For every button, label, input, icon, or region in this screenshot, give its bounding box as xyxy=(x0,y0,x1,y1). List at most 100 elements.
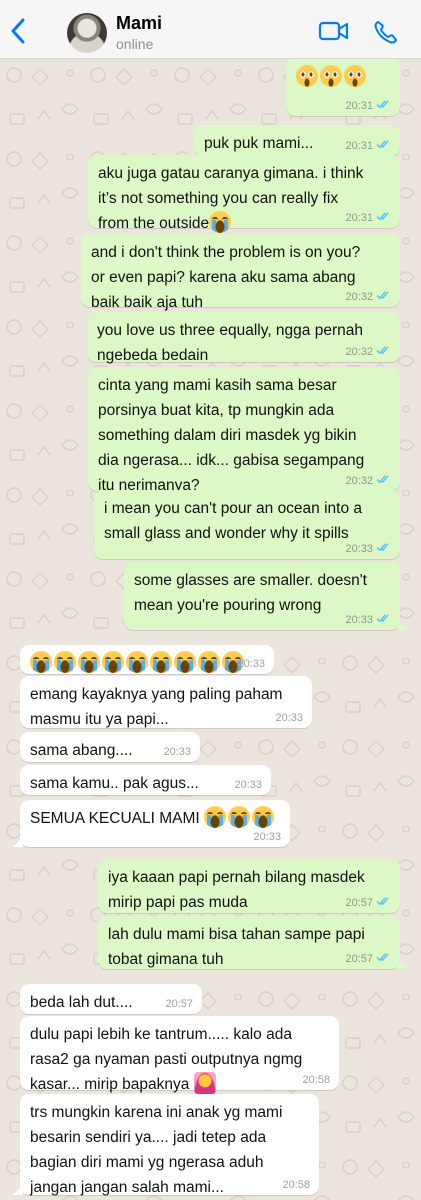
crying-emoji-icon xyxy=(251,806,274,828)
message-text-content: trs mungkin karena ini anak yg mami besa… xyxy=(30,1104,283,1196)
chat-area[interactable]: 20:31 puk puk mami... 20:31 aku juga gatau … xyxy=(0,59,421,1200)
double-check-icon xyxy=(376,896,391,909)
message-time: 20:58 xyxy=(282,1179,310,1191)
double-check-icon xyxy=(376,211,391,224)
crying-emoji-icon xyxy=(150,651,172,673)
double-check-icon xyxy=(376,99,391,112)
double-check-icon xyxy=(376,542,391,555)
crying-emoji-icon xyxy=(198,651,220,673)
outgoing-message[interactable]: puk puk mami... 20:31 xyxy=(194,125,400,156)
chat-header: Mami online xyxy=(0,0,421,59)
message-meta: 20:33 xyxy=(163,746,191,758)
outgoing-message[interactable]: iya kaaan papi pernah bilang masdek miri… xyxy=(98,859,400,913)
message-time: 20:58 xyxy=(302,1074,330,1086)
message-text-content: lah dulu mami bisa tahan sampe papi toba… xyxy=(108,926,365,968)
pleading-emoji-icon xyxy=(296,65,318,87)
message-meta: 20:57 xyxy=(165,998,193,1010)
incoming-message[interactable]: beda lah dut.... 20:57 xyxy=(20,984,202,1014)
message-text-content: you love us three equally, ngga pernah n… xyxy=(97,322,363,364)
phone-icon[interactable] xyxy=(373,19,399,45)
crying-emoji-icon xyxy=(203,806,226,828)
crying-emoji-icon xyxy=(126,651,148,673)
video-camera-icon[interactable] xyxy=(318,20,350,42)
message-time: 20:33 xyxy=(345,613,373,626)
message-meta: 20:33 xyxy=(275,712,303,724)
double-check-icon xyxy=(376,139,391,152)
message-time: 20:57 xyxy=(345,952,373,965)
message-text: dulu papi lebih ke tantrum..... kalo ada… xyxy=(30,1022,329,1097)
message-text-content: beda lah dut.... xyxy=(30,994,133,1011)
message-meta: 20:33 xyxy=(345,542,391,555)
message-time: 20:32 xyxy=(345,290,373,303)
message-text: trs mungkin karena ini anak yg mami besa… xyxy=(30,1100,309,1200)
pleading-emoji-icon xyxy=(344,65,366,87)
message-text-content: i mean you can't pour an ocean into a sm… xyxy=(104,500,363,542)
message-text xyxy=(30,651,264,676)
message-text-content: emang kayaknya yang paling paham masmu i… xyxy=(30,686,283,728)
incoming-message[interactable]: sama kamu.. pak agus... 20:33 xyxy=(20,765,271,795)
message-time: 20:33 xyxy=(253,831,281,843)
incoming-message[interactable]: emang kayaknya yang paling paham masmu i… xyxy=(20,676,312,728)
crying-emoji-icon xyxy=(102,651,124,673)
message-text: sama kamu.. pak agus... xyxy=(30,771,261,796)
message-time: 20:33 xyxy=(275,712,303,724)
message-text-content: dulu papi lebih ke tantrum..... kalo ada… xyxy=(30,1026,303,1093)
message-meta: 20:58 xyxy=(302,1074,330,1086)
message-text: emang kayaknya yang paling paham masmu i… xyxy=(30,682,302,732)
outgoing-message[interactable]: lah dulu mami bisa tahan sampe papi toba… xyxy=(98,916,407,969)
incoming-message[interactable]: 20:33 xyxy=(20,645,274,674)
outgoing-message[interactable]: some glasses are smaller. doesn't mean y… xyxy=(124,562,407,630)
message-time: 20:31 xyxy=(345,211,373,224)
double-check-icon xyxy=(376,345,391,358)
message-text-content: some glasses are smaller. doesn't mean y… xyxy=(134,572,367,614)
crying-emoji-icon xyxy=(174,651,196,673)
message-meta: 20:57 xyxy=(345,952,391,965)
message-time: 20:31 xyxy=(345,99,373,112)
outgoing-message[interactable]: aku juga gatau caranya gimana. i think i… xyxy=(88,155,400,233)
incoming-message[interactable]: trs mungkin karena ini anak yg mami besa… xyxy=(13,1094,319,1196)
chevron-left-icon[interactable] xyxy=(6,16,32,46)
outgoing-message[interactable]: 20:31 xyxy=(286,59,400,116)
incoming-message[interactable]: sama abang.... 20:33 xyxy=(20,732,200,762)
message-time: 20:33 xyxy=(345,542,373,555)
double-check-icon xyxy=(376,613,391,626)
message-meta: 20:31 xyxy=(345,211,391,224)
message-meta: 20:33 xyxy=(237,658,265,670)
crying-emoji-icon xyxy=(209,211,232,233)
message-meta: 20:32 xyxy=(345,474,391,487)
avatar[interactable] xyxy=(67,13,107,53)
message-time: 20:33 xyxy=(234,779,262,791)
message-meta: 20:33 xyxy=(253,831,281,843)
incoming-message[interactable]: SEMUA KECUALI MAMI 20:33 xyxy=(13,800,290,847)
message-text-content: sama kamu.. pak agus... xyxy=(30,775,199,792)
outgoing-message[interactable]: you love us three equally, ngga pernah n… xyxy=(87,312,400,364)
message-text-content: sama abang.... xyxy=(30,742,133,759)
message-text: aku juga gatau caranya gimana. i think i… xyxy=(98,161,390,236)
message-meta: 20:57 xyxy=(345,896,391,909)
message-text-content: and i don't think the problem is on you?… xyxy=(91,244,361,311)
message-meta: 20:33 xyxy=(345,613,391,626)
message-text-content: cinta yang mami kasih sama besar porsiny… xyxy=(98,377,365,494)
message-text: SEMUA KECUALI MAMI xyxy=(30,806,280,831)
message-meta: 20:32 xyxy=(345,290,391,303)
incoming-message[interactable]: dulu papi lebih ke tantrum..... kalo ada… xyxy=(20,1016,339,1094)
crying-emoji-icon xyxy=(30,651,52,673)
pleading-emoji-icon xyxy=(320,65,342,87)
outgoing-message[interactable]: and i don't think the problem is on you?… xyxy=(81,234,400,311)
message-meta: 20:31 xyxy=(345,99,391,112)
double-check-icon xyxy=(376,952,391,965)
message-time: 20:57 xyxy=(165,998,193,1010)
crying-emoji-icon xyxy=(227,806,250,828)
message-time: 20:32 xyxy=(345,345,373,358)
message-text-content: SEMUA KECUALI MAMI xyxy=(30,810,204,827)
message-meta: 20:33 xyxy=(234,779,262,791)
message-time: 20:33 xyxy=(237,658,265,670)
contact-name[interactable]: Mami xyxy=(116,13,162,34)
crying-emoji-icon xyxy=(78,651,100,673)
message-time: 20:32 xyxy=(345,474,373,487)
outgoing-message[interactable]: i mean you can't pour an ocean into a sm… xyxy=(94,490,400,559)
message-meta: 20:58 xyxy=(282,1179,310,1191)
outgoing-message[interactable]: cinta yang mami kasih sama besar porsiny… xyxy=(88,367,400,494)
crying-emoji-icon xyxy=(54,651,76,673)
message-text: some glasses are smaller. doesn't mean y… xyxy=(134,568,390,618)
